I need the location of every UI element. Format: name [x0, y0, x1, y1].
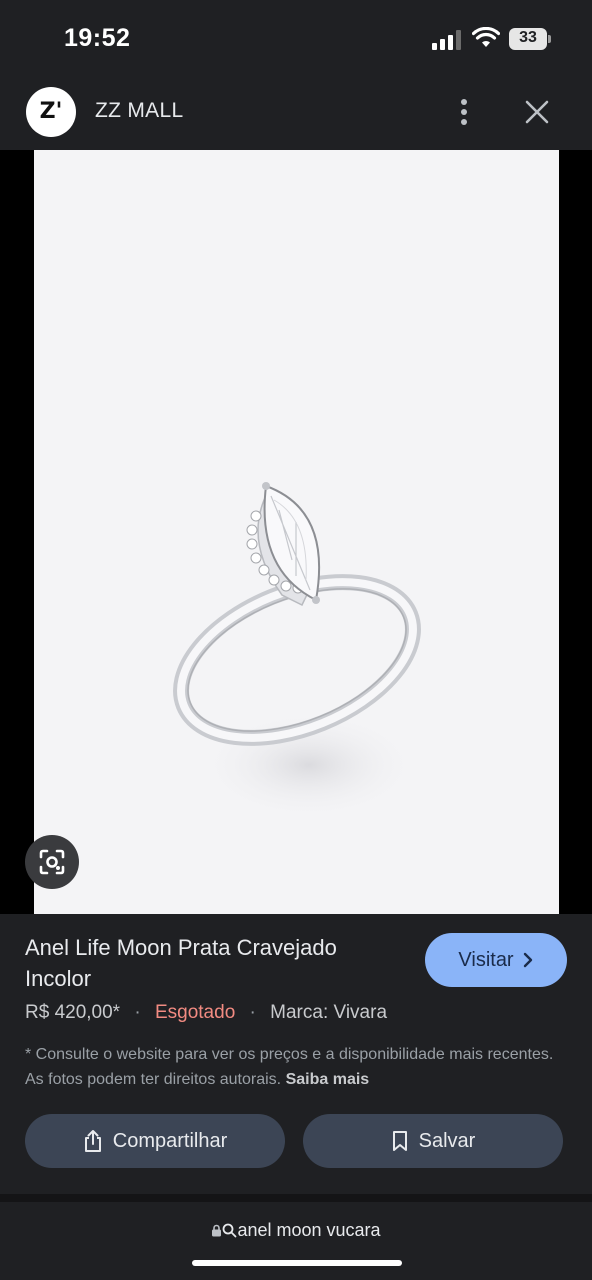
save-button-label: Salvar — [418, 1129, 476, 1152]
visit-button[interactable]: Visitar — [425, 933, 567, 987]
chevron-right-icon — [523, 952, 532, 968]
close-icon[interactable] — [523, 98, 551, 126]
lens-icon — [39, 849, 65, 875]
lens-button[interactable] — [25, 835, 79, 889]
learn-more-link[interactable]: Saiba mais — [286, 1071, 370, 1088]
status-bar: 19:52 33 — [0, 0, 592, 76]
more-vert-icon[interactable] — [452, 96, 476, 128]
product-price: R$ 420,00* — [25, 1002, 121, 1023]
site-name[interactable]: ZZ MALL — [95, 99, 183, 123]
save-button[interactable]: Salvar — [303, 1114, 563, 1168]
share-icon — [84, 1130, 101, 1152]
bottom-divider — [0, 1194, 592, 1202]
product-image[interactable] — [34, 150, 559, 914]
bookmark-icon — [392, 1131, 407, 1151]
signal-icon — [432, 30, 461, 50]
battery-icon: 33 — [509, 28, 551, 50]
wifi-icon — [472, 27, 500, 47]
image-area — [0, 150, 592, 914]
share-button[interactable]: Compartilhar — [25, 1114, 285, 1168]
battery-level: 33 — [519, 29, 537, 46]
availability-status: Esgotado — [154, 1002, 236, 1023]
header: Z' ZZ MALL — [0, 76, 592, 150]
page: 19:52 33 Z' ZZ MALL Anel Life Moon Prata… — [0, 0, 592, 1280]
status-time: 19:52 — [64, 24, 131, 52]
battery-nub — [548, 35, 551, 43]
ring-illustration — [173, 482, 421, 820]
product-meta: R$ 420,00* · Esgotado · Marca: Vivara — [25, 1002, 387, 1024]
meta-separator: · — [249, 1002, 256, 1023]
product-title: Anel Life Moon Prata Cravejado Incolor — [25, 935, 337, 991]
meta-separator: · — [134, 1002, 141, 1023]
product-info: Anel Life Moon Prata Cravejado Incolor V… — [0, 914, 592, 1194]
search-query: anel moon vucara — [237, 1220, 381, 1240]
url-bar[interactable]: anel moon vucara — [0, 1202, 592, 1280]
lock-icon — [212, 1224, 222, 1237]
url-content[interactable]: anel moon vucara — [0, 1220, 592, 1241]
share-button-label: Compartilhar — [112, 1129, 228, 1152]
visit-button-label: Visitar — [458, 948, 514, 971]
site-logo[interactable]: Z' — [26, 87, 76, 137]
product-brand: Marca: Vivara — [270, 1002, 388, 1023]
home-indicator[interactable] — [192, 1260, 402, 1266]
disclaimer: * Consulte o website para ver os preços … — [25, 1042, 570, 1092]
search-icon — [223, 1223, 237, 1238]
